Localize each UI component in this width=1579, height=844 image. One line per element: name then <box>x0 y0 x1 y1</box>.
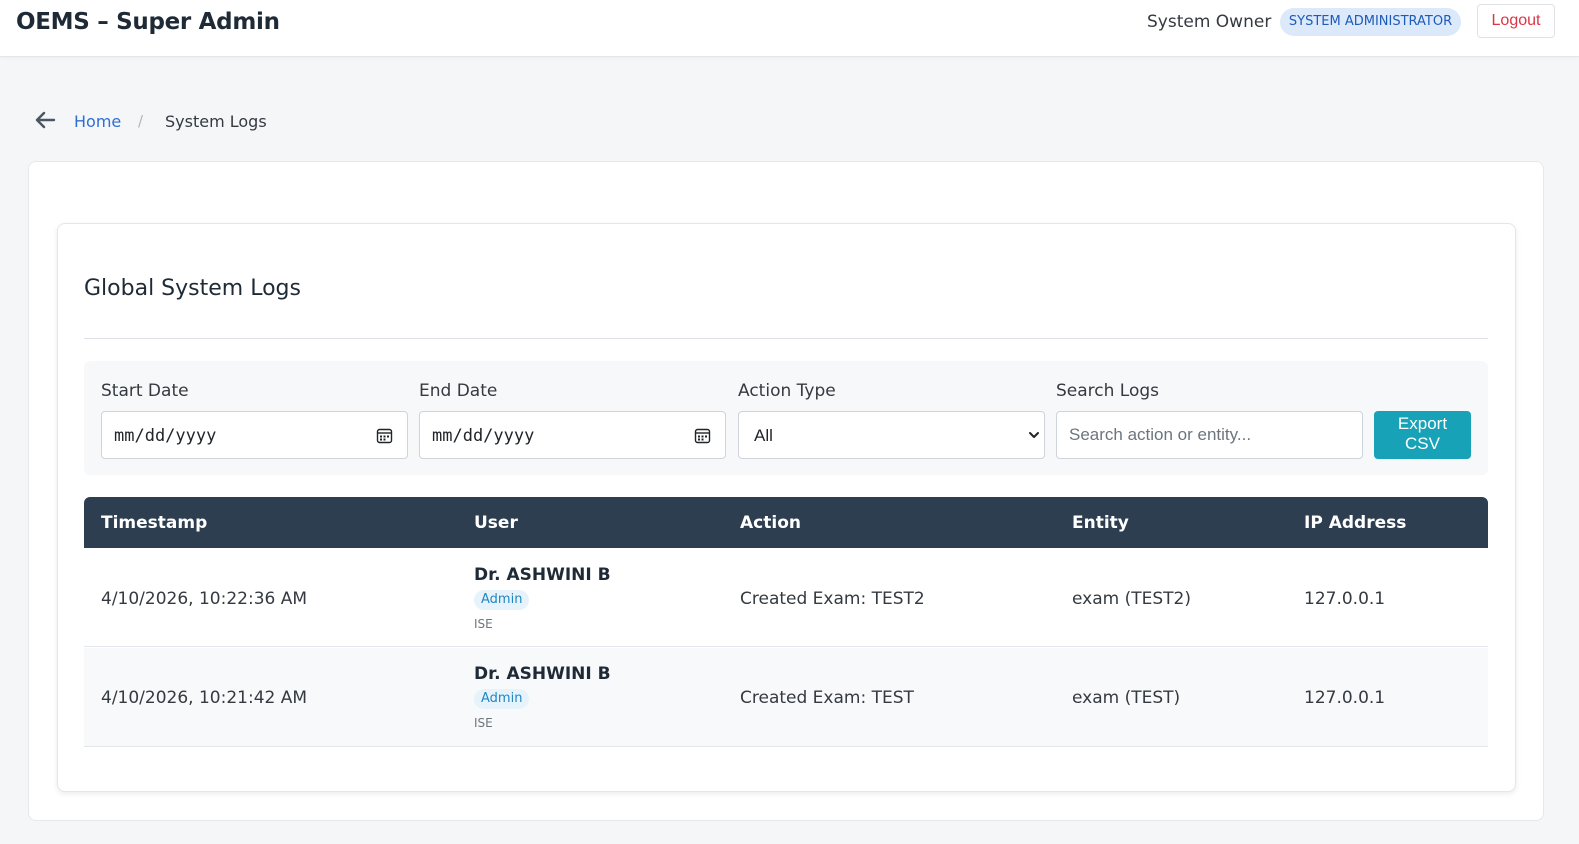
column-header-user[interactable]: User <box>474 513 518 533</box>
export-label-line1: Export <box>1397 414 1448 433</box>
row-user-name: Dr. ASHWINI B <box>474 664 611 684</box>
start-date-input[interactable]: mm/dd/yyyy <box>101 411 408 459</box>
app-brand: OEMS – Super Admin <box>16 9 280 35</box>
row-user-role-badge: Admin <box>474 590 530 610</box>
arrow-left-icon[interactable] <box>34 110 56 130</box>
row-user-name: Dr. ASHWINI B <box>474 565 611 585</box>
column-header-timestamp[interactable]: Timestamp <box>101 513 207 533</box>
row-user-department: ISE <box>474 716 493 730</box>
page-title: Global System Logs <box>84 276 301 301</box>
current-user-name: System Owner <box>1147 12 1272 32</box>
row-action: Created Exam: TEST2 <box>740 589 925 609</box>
row-ip-address: 127.0.0.1 <box>1304 688 1386 708</box>
start-date-label: Start Date <box>101 381 189 401</box>
start-date-placeholder: mm/dd/yyyy <box>114 426 217 446</box>
calendar-icon[interactable] <box>376 427 393 444</box>
action-type-label: Action Type <box>738 381 836 401</box>
breadcrumb-current: System Logs <box>165 112 267 131</box>
row-action: Created Exam: TEST <box>740 688 914 708</box>
calendar-icon[interactable] <box>694 427 711 444</box>
column-header-entity[interactable]: Entity <box>1072 513 1129 533</box>
search-placeholder: Search action or entity... <box>1069 425 1252 444</box>
row-user-department: ISE <box>474 617 493 631</box>
column-header-ip-address[interactable]: IP Address <box>1304 513 1406 533</box>
row-user-role-badge: Admin <box>474 689 530 709</box>
role-badge: SYSTEM ADMINISTRATOR <box>1280 8 1461 36</box>
end-date-input[interactable]: mm/dd/yyyy <box>419 411 726 459</box>
title-divider <box>84 338 1488 339</box>
column-header-action[interactable]: Action <box>740 513 801 533</box>
export-label-line2: CSV <box>1405 434 1440 453</box>
row-entity: exam (TEST2) <box>1072 589 1191 609</box>
logout-button[interactable]: Logout <box>1477 4 1555 38</box>
row-ip-address: 127.0.0.1 <box>1304 589 1386 609</box>
chevron-down-icon <box>1029 432 1039 438</box>
end-date-placeholder: mm/dd/yyyy <box>432 426 535 446</box>
row-timestamp: 4/10/2026, 10:22:36 AM <box>101 589 308 609</box>
action-type-select[interactable]: All <box>738 411 1045 459</box>
top-navbar: OEMS – Super Admin System Owner SYSTEM A… <box>0 0 1579 57</box>
end-date-label: End Date <box>419 381 498 401</box>
row-timestamp: 4/10/2026, 10:21:42 AM <box>101 688 308 708</box>
search-input[interactable]: Search action or entity... <box>1056 411 1363 459</box>
action-type-value: All <box>754 426 773 445</box>
search-logs-label: Search Logs <box>1056 381 1160 401</box>
breadcrumb-home-link[interactable]: Home <box>74 112 121 131</box>
breadcrumb-separator: / <box>138 112 144 130</box>
export-csv-button[interactable]: Export CSV <box>1374 411 1471 459</box>
row-entity: exam (TEST) <box>1072 688 1181 708</box>
